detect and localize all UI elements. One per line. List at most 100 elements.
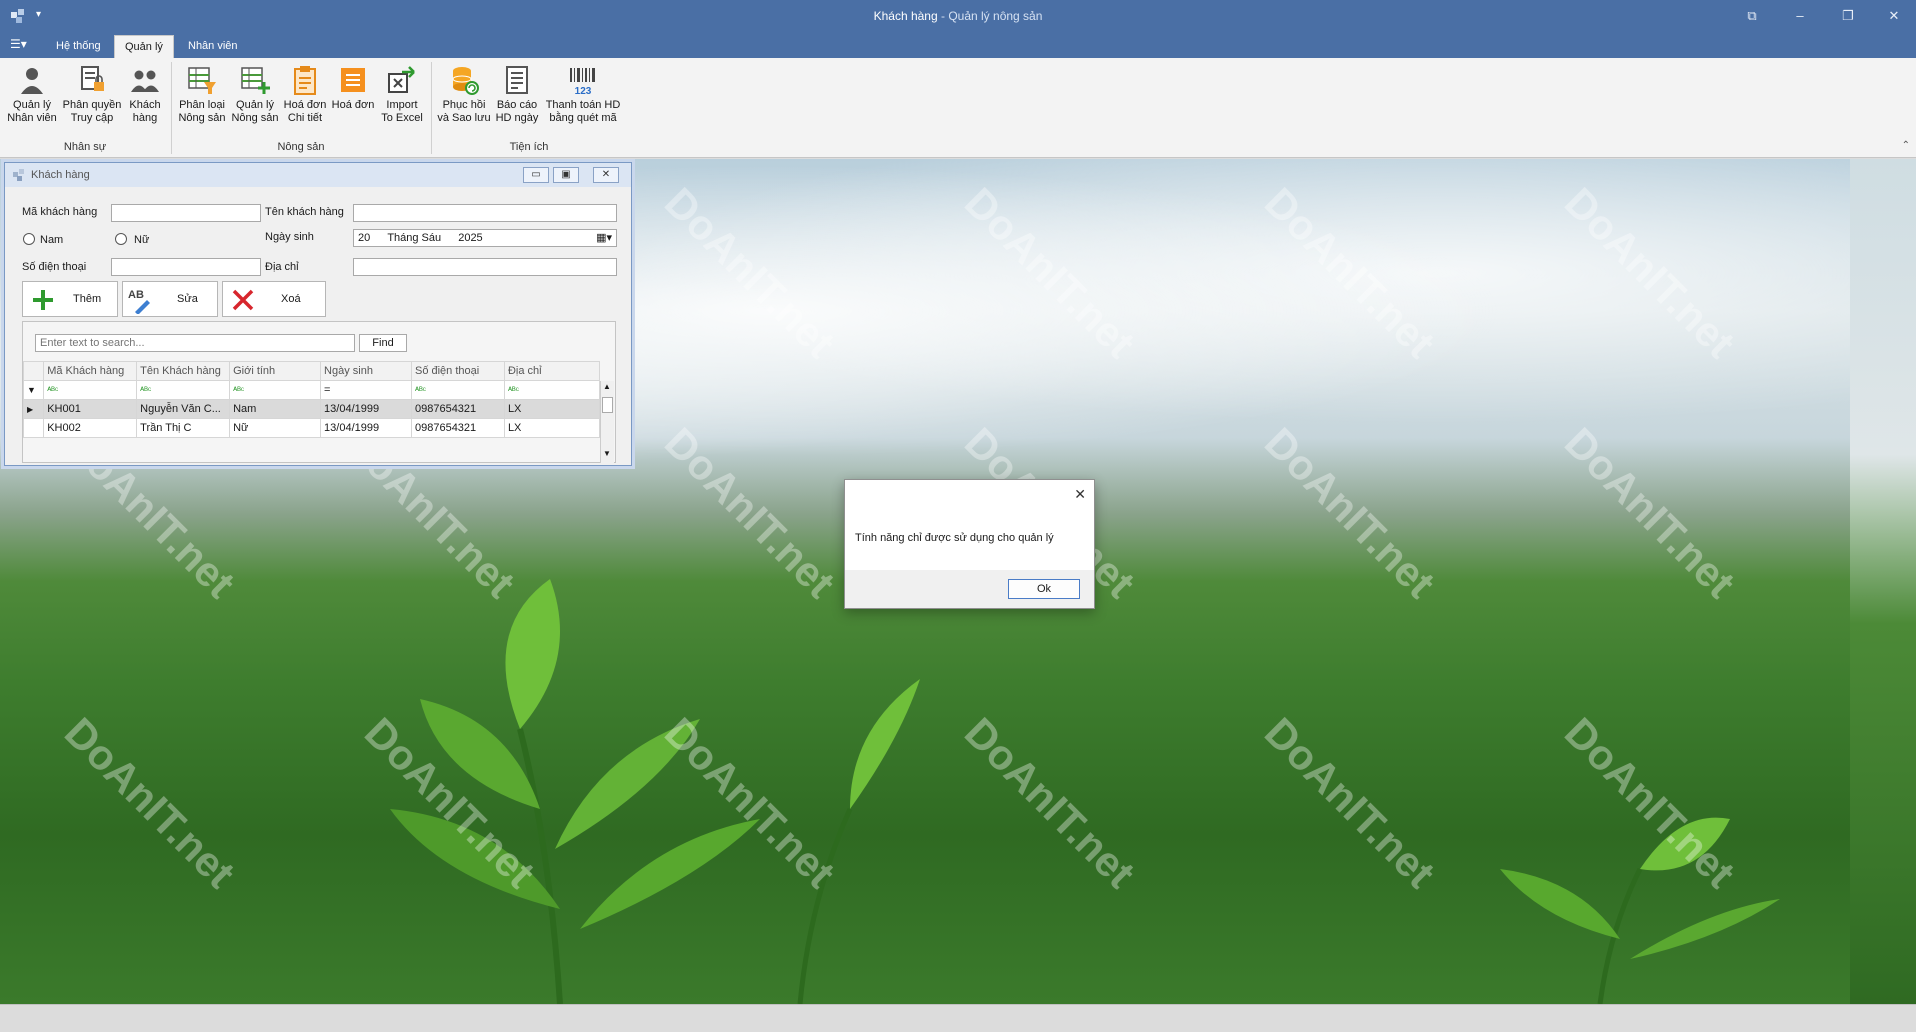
table-cell[interactable]: Trần Thị C (136, 418, 231, 438)
tab-he-thong[interactable]: Hệ thống (46, 35, 111, 58)
table-cell[interactable]: LX (503, 399, 601, 419)
filter-icon[interactable]: ▼ (22, 380, 45, 400)
application-menu-icon[interactable]: ☰▾ (10, 37, 34, 53)
ngay-sinh-month[interactable]: Tháng Sáu (387, 232, 441, 244)
scroll-up-icon[interactable]: ▲ (603, 382, 611, 391)
filter-cell[interactable]: = (320, 380, 412, 400)
filter-equals-icon: = (324, 384, 331, 396)
ma-khach-hang-input[interactable] (111, 204, 261, 222)
table-cell[interactable]: Nguyễn Văn C... (136, 399, 231, 419)
column-header[interactable]: Mã Khách hàng (43, 361, 138, 381)
column-header[interactable]: Số điện thoại (410, 361, 505, 381)
table-cell[interactable]: 0987654321 (410, 399, 505, 419)
filter-cell[interactable]: ᴬᴮᶜ (503, 380, 601, 400)
grid-row-indicator-header (22, 361, 45, 381)
button-label: Nhân viên (7, 112, 57, 124)
customer-window-titlebar[interactable]: Khách hàng ▭ ▣ ✕ (5, 163, 631, 187)
group-label-tien-ich: Tiện ích (509, 141, 549, 153)
ok-button[interactable]: Ok (1008, 579, 1080, 599)
table-cell[interactable]: Nam (229, 399, 322, 419)
invoice-icon (341, 68, 365, 92)
xoa-label: Xoá (281, 293, 301, 305)
customers-button[interactable]: Khách hàng (126, 64, 164, 125)
restore-icon[interactable]: ⧉ (1738, 6, 1766, 26)
them-button[interactable]: Thêm (22, 281, 118, 317)
table-row[interactable]: KH002 Trần Thị C Nữ 13/04/1999 098765432… (22, 418, 601, 438)
plus-icon (33, 290, 53, 310)
filter-cell[interactable]: ᴬᴮᶜ (43, 380, 138, 400)
invoice-detail-button[interactable]: Hoá đơn Chi tiết (282, 64, 328, 125)
collapse-ribbon-icon[interactable]: ⌃ (1902, 140, 1910, 151)
filter-cell[interactable]: ᴬᴮᶜ (136, 380, 231, 400)
filter-contains-icon: ᴬᴮᶜ (233, 385, 245, 395)
table-cell[interactable]: KH002 (43, 418, 138, 438)
button-label: Phân quyền (62, 99, 122, 111)
category-button[interactable]: Phân loại Nông sản (176, 64, 228, 125)
ngay-sinh-year[interactable]: 2025 (458, 232, 482, 244)
dialog-message: Tính năng chỉ được sử dụng cho quản lý (855, 532, 1054, 544)
maximize-icon[interactable]: ▣ (553, 167, 579, 183)
ngay-sinh-picker[interactable]: 20 Tháng Sáu 2025 ▦▾ (353, 229, 617, 247)
tab-nhan-vien[interactable]: Nhân viên (178, 35, 248, 58)
product-button[interactable]: Quản lý Nông sản (230, 64, 280, 125)
sua-button[interactable]: AB Sửa (122, 281, 218, 317)
minimize-icon[interactable]: ▭ (523, 167, 549, 183)
button-label: Chi tiết (287, 112, 323, 124)
table-cell[interactable]: KH001 (43, 399, 138, 419)
minimize-icon[interactable]: – (1786, 6, 1814, 26)
button-label: Khách (129, 99, 161, 111)
scrollbar-thumb[interactable] (602, 397, 613, 413)
import-excel-button[interactable]: Import To Excel (378, 64, 426, 125)
customers-icon (131, 70, 159, 92)
ngay-sinh-day[interactable]: 20 (358, 232, 370, 244)
close-icon[interactable]: ✕ (1074, 486, 1086, 503)
close-icon[interactable]: ✕ (1880, 6, 1908, 26)
gender-nam-radio[interactable] (23, 233, 35, 245)
tab-quan-ly[interactable]: Quản lý (114, 35, 174, 58)
invoice-button[interactable]: Hoá đơn (330, 64, 376, 112)
dia-chi-input[interactable] (353, 258, 617, 276)
grid-filter-row: ▼ ᴬᴮᶜ ᴬᴮᶜ ᴬᴮᶜ = ᴬᴮᶜ ᴬᴮᶜ (22, 380, 601, 400)
find-button[interactable]: Find (359, 334, 407, 352)
customer-window-title: Khách hàng (31, 169, 90, 181)
close-icon[interactable]: ✕ (593, 167, 619, 183)
watermark: DoAnIT.net (1255, 708, 1445, 897)
group-label-nhan-su: Nhân sự (63, 141, 107, 153)
xoa-button[interactable]: Xoá (222, 281, 326, 317)
table-row[interactable]: ▶ KH001 Nguyễn Văn C... Nam 13/04/1999 0… (22, 399, 601, 419)
barcode-icon: 123 (570, 68, 595, 96)
grid-header-row: Mã Khách hàng Tên Khách hàng Giới tính N… (22, 361, 601, 381)
row-indicator (22, 418, 45, 438)
column-header[interactable]: Tên Khách hàng (136, 361, 231, 381)
gender-nu-radio[interactable] (115, 233, 127, 245)
grid-search-input[interactable] (35, 334, 355, 352)
filter-contains-icon: ᴬᴮᶜ (507, 385, 519, 395)
column-header[interactable]: Giới tính (229, 361, 322, 381)
so-dien-thoai-input[interactable] (111, 258, 261, 276)
barcode-payment-button[interactable]: 123 Thanh toán HD bằng quét mã (544, 64, 622, 125)
backup-restore-button[interactable]: Phục hồi và Sao lưu (436, 64, 492, 125)
filter-cell[interactable]: ᴬᴮᶜ (229, 380, 322, 400)
column-header[interactable]: Địa chỉ (503, 361, 601, 381)
table-cell[interactable]: Nữ (229, 418, 322, 438)
table-cell[interactable]: LX (503, 418, 601, 438)
daily-report-button[interactable]: Báo cáo HD ngày (494, 64, 540, 125)
button-label: Hoá đơn (283, 99, 327, 111)
grid-vertical-scrollbar[interactable]: ▲ ▼ (600, 381, 614, 463)
table-cell[interactable]: 0987654321 (410, 418, 505, 438)
table-cell[interactable]: 13/04/1999 (320, 418, 412, 438)
report-icon (506, 66, 528, 94)
permission-button[interactable]: Phân quyền Truy cập (62, 64, 122, 125)
filter-cell[interactable]: ᴬᴮᶜ (410, 380, 505, 400)
scroll-down-icon[interactable]: ▼ (603, 449, 611, 458)
window-title-text: Khách hàng (873, 9, 938, 23)
message-dialog: ✕ Tính năng chỉ được sử dụng cho quản lý… (844, 479, 1095, 609)
title-bar: ▾ Khách hàng - Quản lý nông sản ⧉ – ❐ ✕ (0, 0, 1916, 32)
maximize-icon[interactable]: ❐ (1834, 6, 1862, 26)
table-cell[interactable]: 13/04/1999 (320, 399, 412, 419)
ten-khach-hang-input[interactable] (353, 204, 617, 222)
column-header[interactable]: Ngày sinh (320, 361, 412, 381)
employee-button[interactable]: Quản lý Nhân viên (6, 64, 58, 125)
button-label: Quản lý (13, 99, 51, 111)
calendar-dropdown-icon[interactable]: ▦▾ (596, 231, 612, 244)
